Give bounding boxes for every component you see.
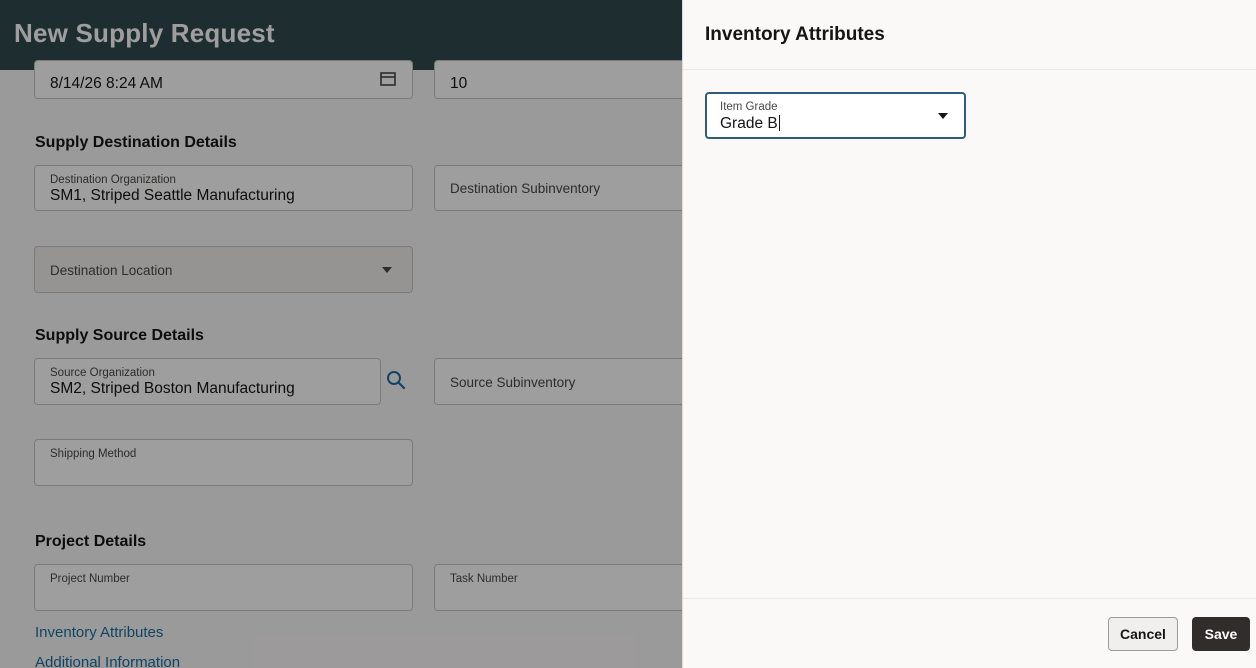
drawer-footer: Cancel Save — [683, 598, 1256, 668]
save-button[interactable]: Save — [1192, 617, 1250, 651]
chevron-down-icon[interactable] — [938, 113, 948, 119]
drawer-title: Inventory Attributes — [705, 24, 885, 45]
inventory-attributes-drawer: Inventory Attributes Item Grade Grade B … — [682, 0, 1256, 668]
item-grade-label: Item Grade — [720, 101, 778, 113]
drawer-header: Inventory Attributes — [683, 0, 1256, 70]
item-grade-value: Grade B — [720, 115, 778, 132]
cancel-button[interactable]: Cancel — [1108, 617, 1178, 651]
modal-overlay[interactable] — [0, 0, 682, 668]
item-grade-value-wrap: Grade B — [720, 115, 780, 133]
text-caret — [778, 115, 780, 131]
item-grade-select[interactable]: Item Grade Grade B — [705, 92, 966, 139]
